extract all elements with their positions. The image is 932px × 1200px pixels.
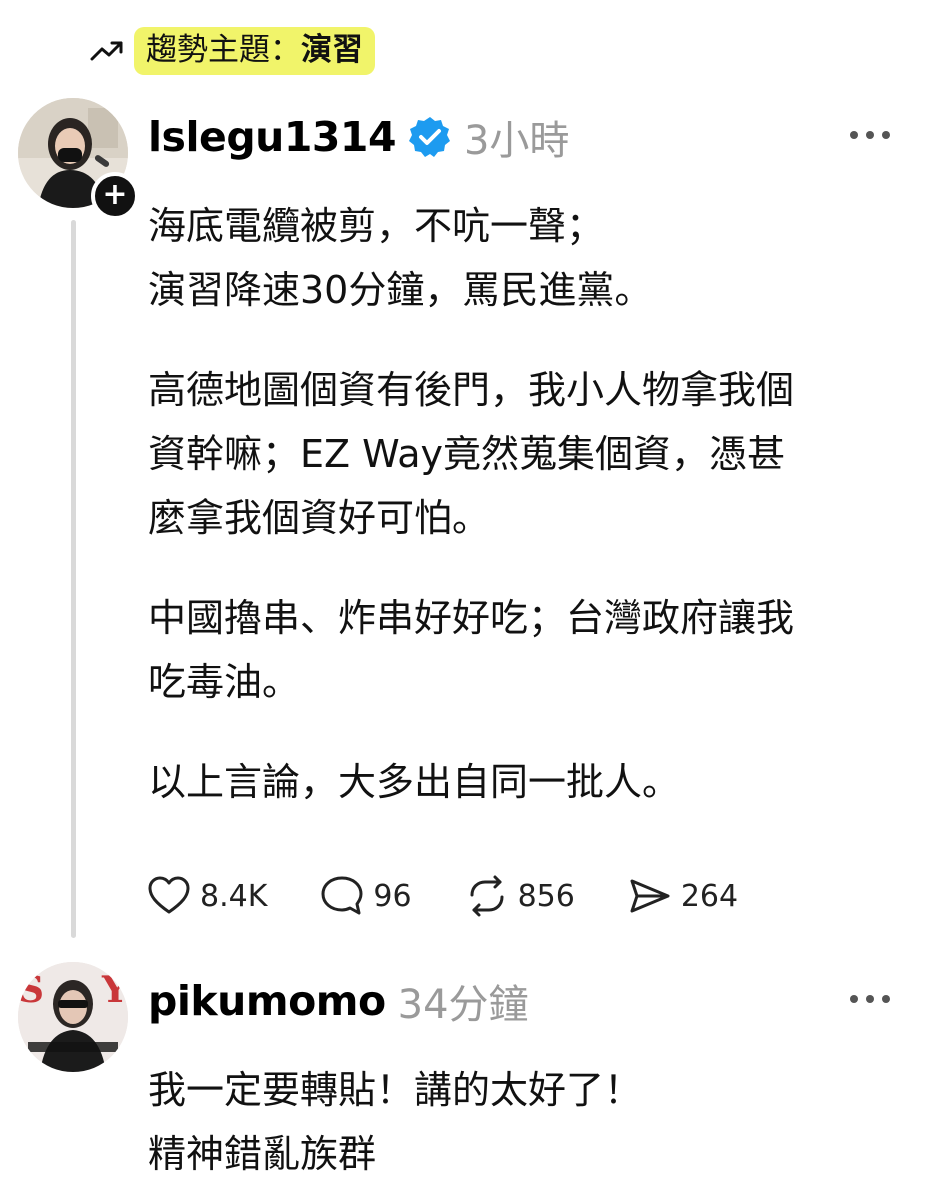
reply-username[interactable]: pikumomo <box>148 977 386 1025</box>
reply-body: 我一定要轉貼！講的太好了！ 精神錯亂族群 <box>148 1058 908 1186</box>
post-timestamp: 3小時 <box>463 118 570 164</box>
heart-icon <box>148 876 190 914</box>
repost-count: 856 <box>517 878 575 914</box>
trending-prefix: 趨勢主題： <box>146 32 301 68</box>
comment-icon <box>321 876 363 915</box>
post-actions: 8.4K 96 856 264 <box>146 866 790 926</box>
share-count: 264 <box>680 878 739 914</box>
post-body: 海底電纜被剪，不吭一聲； 演習降速30分鐘，罵民進黨。 高德地圖個資有後門，我小… <box>148 194 908 814</box>
post-line: 高德地圖個資有後門，我小人物拿我個 <box>148 368 795 412</box>
reply-line: 精神錯亂族群 <box>148 1132 377 1176</box>
post-line: 吃毒油。 <box>148 660 301 704</box>
post-line: 以上言論，大多出自同一批人。 <box>148 760 681 804</box>
post-line: 麼拿我個資好可怕。 <box>148 496 491 540</box>
share-button[interactable]: 264 <box>627 873 738 919</box>
post-line: 演習降速30分鐘，罵民進黨。 <box>148 268 653 312</box>
more-horizontal-icon <box>850 995 858 1003</box>
plus-icon: + <box>102 177 128 212</box>
reply-timestamp: 34分鐘 <box>397 982 529 1028</box>
more-options-button[interactable] <box>850 128 890 142</box>
trending-keyword: 演習 <box>301 32 363 68</box>
post-line: 中國擼串、炸串好好吃；台灣政府讓我 <box>148 596 795 640</box>
like-button[interactable]: 8.4K <box>146 873 267 919</box>
trending-up-icon <box>86 36 128 66</box>
like-count: 8.4K <box>200 878 268 914</box>
reply-header: pikumomo 34分鐘 <box>148 976 529 1028</box>
post-header: lslegu1314 3小時 <box>148 112 569 164</box>
post-line: 資幹嘛；EZ Way竟然蒐集個資，憑甚 <box>148 432 786 476</box>
repost-icon <box>470 875 504 917</box>
follow-plus-button[interactable]: + <box>91 172 139 220</box>
verified-badge-icon <box>408 117 450 157</box>
send-icon <box>630 879 670 913</box>
svg-text:S: S <box>18 969 44 1011</box>
reply-more-options-button[interactable] <box>850 992 890 1006</box>
reply-count: 96 <box>373 878 412 914</box>
reply-line: 我一定要轉貼！講的太好了！ <box>148 1068 643 1112</box>
more-horizontal-icon <box>850 131 858 139</box>
post-line: 海底電纜被剪，不吭一聲； <box>148 204 605 248</box>
thread-line <box>71 220 76 938</box>
reply-avatar[interactable]: S Y <box>18 962 128 1072</box>
repost-button[interactable]: 856 <box>464 873 575 919</box>
trending-topic[interactable]: 趨勢主題：演習 <box>86 26 375 76</box>
trending-topic-label[interactable]: 趨勢主題：演習 <box>134 27 375 75</box>
svg-text:Y: Y <box>101 969 128 1011</box>
post-username[interactable]: lslegu1314 <box>148 113 396 161</box>
reply-button[interactable]: 96 <box>319 873 412 919</box>
